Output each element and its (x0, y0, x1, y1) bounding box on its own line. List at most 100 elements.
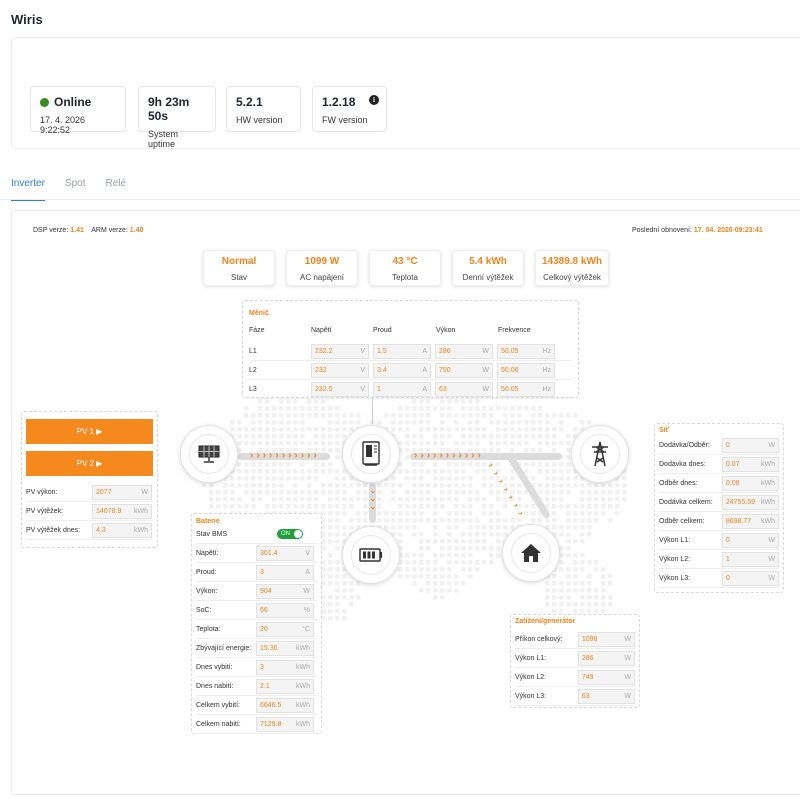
pv-stats: PV výkon: 2077 W PV výtěžek: 14078.9 kWh PV vý… (26, 483, 153, 540)
pv-value-field: 4.3 kWh (92, 522, 152, 538)
flow-arrow: › (307, 450, 312, 461)
inverter-cell: 50.05 Hz (497, 381, 559, 397)
app-title: Wiris (11, 12, 43, 27)
load-stats: Příkon celkový: 1098 W Výkon L1: 286 W Výkon L… (515, 630, 635, 706)
stat-row: Výkon L2: 749 W (515, 668, 635, 687)
grid-value-field: 0W (721, 570, 779, 586)
col-current: Proud (373, 327, 392, 334)
pv-value-field: 2077 W (92, 484, 152, 500)
inverter-cell: 50.05 Hz (497, 343, 559, 359)
stat-label: Zbývající energie: (196, 644, 252, 652)
inverter-voltage-field: 232.5 V (311, 381, 369, 397)
version-info: DSP verze: 1.41 ARM verze: 1.40 (33, 227, 143, 234)
battery-value-field: 7129.8 kWh (256, 716, 314, 732)
grid-value-field: 0.08 kWh (721, 475, 779, 491)
stat-label: Výkon L2: (659, 555, 691, 563)
battery-value-field: 3 kWh (256, 659, 314, 675)
col-phase: Fáze (249, 327, 265, 334)
load-node[interactable] (502, 524, 560, 582)
inverter-unit: A (422, 366, 427, 374)
tab-spot[interactable]: Spot (65, 178, 86, 201)
battery-value-field: 301.4 V (256, 545, 314, 561)
stat-value: 66 (260, 606, 268, 614)
stat-row: Napětí: 301.4 V (196, 544, 317, 563)
stat-label: Proud: (196, 568, 217, 576)
inverter-value: 63 (439, 385, 447, 393)
inverter-node[interactable] (342, 425, 400, 483)
stat-unit: A (305, 568, 310, 576)
flow-arrow: › (281, 450, 287, 461)
flow-arrow: › (445, 450, 451, 461)
pv2-button[interactable]: PV 2 ▶ (26, 451, 153, 476)
stat-label: PV výtěžek dnes: (26, 526, 81, 534)
battery-flow-arrows: › › › (368, 490, 378, 510)
inverter-value: 232 (315, 366, 327, 374)
stat-value: 4.3 (96, 526, 106, 534)
flow-arrow: › (250, 450, 255, 461)
stat-value: 8698.77 (725, 517, 752, 525)
stat-label: Výkon L2: (515, 673, 547, 681)
inverter-cell: 63 W (435, 381, 497, 397)
stat-unit: kWh (296, 663, 310, 671)
stat-value: 749 (581, 673, 594, 681)
stat-label: SoC: (196, 606, 212, 614)
tab-rele[interactable]: Relé (105, 178, 126, 201)
tab-inverter[interactable]: Inverter (11, 178, 45, 201)
stat-value: 301.4 (260, 549, 278, 557)
stat-label: Celkem vybití: (196, 701, 240, 709)
stat-row: Celkem nabití: 7129.8 kWh (196, 715, 317, 734)
solar-node[interactable] (180, 425, 238, 483)
stat-row: Dodávka dnes: 0.07 kWh (659, 455, 779, 474)
stat-value: 2.1 (260, 682, 270, 690)
battery-value-field: 66% (256, 602, 314, 618)
inverter-freq-field: 50.05 Hz (497, 381, 555, 397)
inverter-unit: W (482, 347, 489, 355)
stat-unit: kWh (761, 517, 775, 525)
flow-arrow: › (471, 450, 476, 461)
stat-value: 3 (260, 663, 264, 671)
battery-node[interactable] (342, 526, 400, 584)
grid-value-field: 0W (721, 437, 779, 453)
tab-divider (0, 199, 800, 200)
inverter-unit: A (422, 385, 427, 393)
flow-arrow: › (439, 450, 444, 461)
flow-arrow: › (420, 450, 425, 461)
inverter-row: L3 232.5 V 1 A 63 W 50.05 Hz (249, 380, 572, 399)
stat-unit: W (768, 441, 775, 449)
load-box: Zatížení/generátor Příkon celkový: 1098 W V… (510, 614, 640, 708)
kpi-value: Normal (221, 256, 257, 267)
info-icon[interactable]: i (369, 95, 379, 105)
pv1-button[interactable]: PV 1 ▶ (26, 419, 153, 444)
inverter-value: 1.5 (377, 347, 387, 355)
bms-toggle[interactable]: ON (277, 529, 303, 539)
last-update: Poslední obnovení: 17. 04. 2026 09:23:41 (632, 227, 763, 234)
stat-unit: W (624, 692, 631, 700)
hw-version-value: 5.2.1 (236, 95, 263, 109)
grid-value-field: 1W (721, 551, 779, 567)
grid-value-field: 24755.59 kWh (721, 494, 779, 510)
hw-version-box: 5.2.1 HW version (226, 86, 301, 132)
inverter-value: 50.05 (501, 347, 519, 355)
stat-unit: W (768, 536, 775, 544)
stat-value: 0.07 (725, 460, 740, 468)
house-icon (521, 544, 541, 562)
last-update-value: 17. 04. 2026 09:23:41 (693, 227, 763, 234)
stat-label: Odběr dnes: (659, 479, 698, 487)
stat-row: PV výkon: 2077 W (26, 483, 153, 502)
inverter-unit: V (360, 385, 365, 393)
stat-value: 0 (725, 536, 730, 544)
stat-label: Napětí: (196, 549, 219, 557)
grid-node[interactable] (571, 425, 629, 483)
load-value-field: 1098 W (577, 631, 635, 647)
battery-box: Baterie Stav BMS ON Napětí: 301.4 V Proud: 3… (191, 513, 322, 734)
pv-box: PV 1 ▶ PV 2 ▶ PV výkon: 2077 W PV výtěžek: 1… (21, 411, 158, 548)
stat-label: Dodávka dnes: (659, 460, 706, 468)
bms-label: Stav BMS (196, 530, 228, 538)
stat-unit: °C (302, 625, 310, 633)
inverter-cell: 232 V (311, 362, 373, 378)
inverter-value: 232.5 (315, 385, 333, 393)
stat-row: Celkem vybití: 6646.5 kWh (196, 696, 317, 715)
flow-arrow: › (458, 450, 463, 461)
dsp-label: DSP verze: (33, 227, 69, 234)
stat-label: Dnes vybití: (196, 663, 233, 671)
